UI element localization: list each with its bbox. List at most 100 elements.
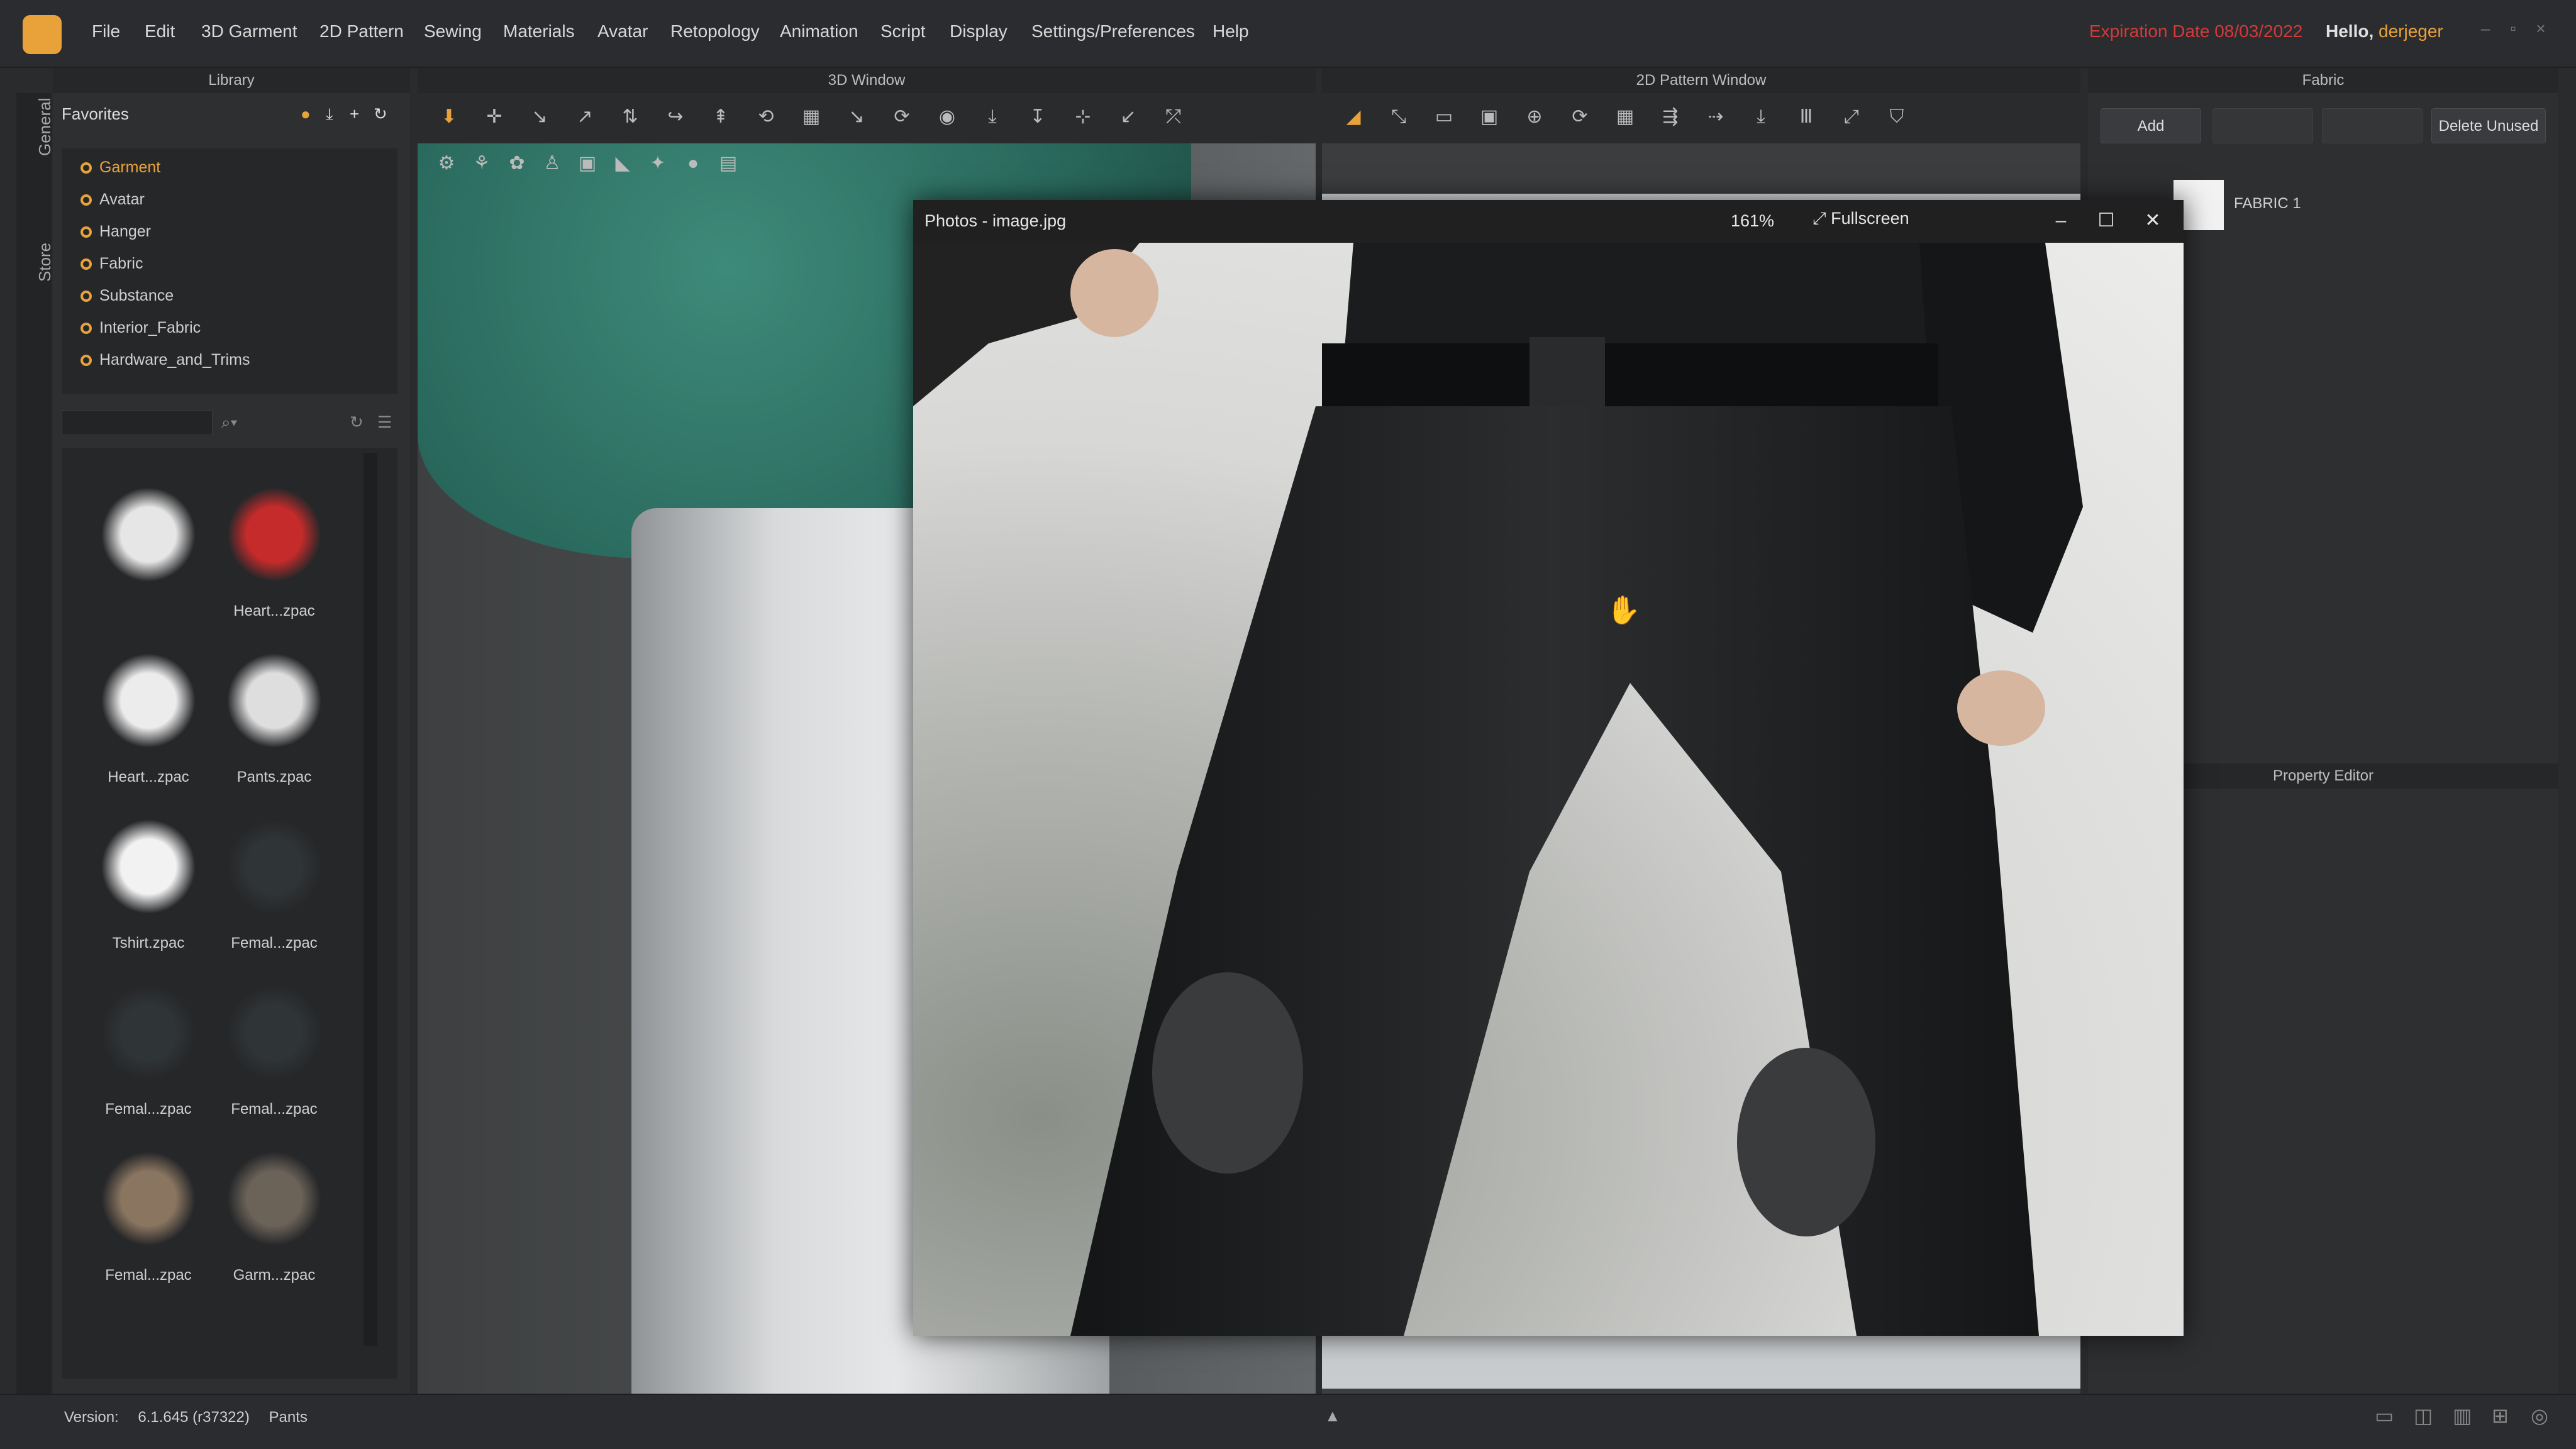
dress-icon[interactable]	[219, 977, 330, 1088]
minimize-icon[interactable]: –	[2474, 19, 2497, 42]
3d-subtool-icon[interactable]: ⚘	[469, 151, 494, 176]
expand-up-icon[interactable]: ▲	[1324, 1406, 1341, 1426]
pants-icon[interactable]	[219, 645, 330, 756]
tab-store[interactable]: Store	[35, 243, 55, 282]
restore-icon[interactable]: ▫	[2502, 19, 2524, 42]
3d-tool-icon[interactable]: ↙	[1116, 104, 1141, 130]
list-view-icon[interactable]: ☰	[377, 413, 392, 432]
3d-tool-icon[interactable]: ⇞	[708, 104, 733, 130]
download-icon[interactable]: ⤓	[326, 104, 333, 125]
menu-display[interactable]: Display	[950, 21, 1008, 42]
close-icon[interactable]: ×	[2529, 19, 2552, 42]
3d-tool-icon[interactable]: ⤓	[980, 104, 1005, 130]
add-icon[interactable]: +	[350, 104, 359, 124]
user-greeting[interactable]: Hello, derjeger	[2326, 21, 2443, 42]
2d-tool-icon[interactable]: ⛉	[1884, 104, 1909, 130]
3d-tool-icon[interactable]: ⟳	[889, 104, 914, 130]
menu-retopology[interactable]: Retopology	[670, 21, 760, 42]
favorite-item-substance[interactable]: Substance	[99, 287, 174, 305]
3d-tool-icon[interactable]: ↘	[527, 104, 552, 130]
2d-tool-icon[interactable]: ⤡	[1386, 104, 1411, 130]
favorite-item-interior-fabric[interactable]: Interior_Fabric	[99, 319, 201, 337]
fabric-name[interactable]: FABRIC 1	[2234, 195, 2301, 213]
3d-tool-icon[interactable]: ✛	[482, 104, 507, 130]
menu-3d-garment[interactable]: 3D Garment	[201, 21, 297, 42]
2d-tool-icon[interactable]: ▣	[1477, 104, 1502, 130]
2d-tool-icon[interactable]: ⇶	[1658, 104, 1683, 130]
close-icon[interactable]: ✕	[2137, 206, 2168, 235]
2d-tool-icon[interactable]: ⊕	[1522, 104, 1547, 130]
layout-quad-icon[interactable]: ⊞	[2492, 1404, 2509, 1428]
menu-sewing[interactable]: Sewing	[424, 21, 482, 42]
favorite-item-hardware-and-trims[interactable]: Hardware_and_Trims	[99, 351, 250, 369]
refresh-icon[interactable]: ↻	[350, 413, 364, 432]
3d-subtool-icon[interactable]: ▤	[716, 151, 741, 176]
fold-icon[interactable]	[93, 479, 204, 590]
2d-tool-icon[interactable]: ⟳	[1567, 104, 1592, 130]
3d-tool-icon[interactable]: ⇅	[618, 104, 643, 130]
favorite-item-hanger[interactable]: Hanger	[99, 223, 151, 241]
copy-fabric-button[interactable]	[2212, 108, 2313, 143]
refresh-icon[interactable]: ↻	[374, 104, 387, 124]
photo-image[interactable]: ✋	[913, 243, 2184, 1336]
photos-viewer-window[interactable]: Photos - image.jpg 161% ⤢ Fullscreen – ☐…	[913, 200, 2184, 1336]
3d-tool-icon[interactable]: ◉	[935, 104, 960, 130]
cap-icon[interactable]	[219, 479, 330, 590]
app-logo-icon[interactable]	[23, 15, 62, 54]
3d-subtool-icon[interactable]: ⚙	[434, 151, 459, 176]
menu-script[interactable]: Script	[880, 21, 926, 42]
add-fabric-button[interactable]: Add	[2101, 108, 2201, 143]
tab-general[interactable]: General	[35, 98, 55, 157]
screenshot-icon[interactable]: ◎	[2531, 1404, 2548, 1428]
3d-subtool-icon[interactable]: ♙	[540, 151, 565, 176]
dress-icon[interactable]	[93, 977, 204, 1088]
layout-split-icon[interactable]: ◫	[2414, 1404, 2433, 1428]
3d-subtool-icon[interactable]: ✿	[504, 151, 530, 176]
menu-help[interactable]: Help	[1213, 21, 1249, 42]
3d-tool-icon[interactable]: ⟲	[753, 104, 779, 130]
menu-edit[interactable]: Edit	[145, 21, 175, 42]
menu-animation[interactable]: Animation	[780, 21, 858, 42]
mannequin-icon[interactable]	[219, 1143, 330, 1254]
layout-single-icon[interactable]: ▭	[2375, 1404, 2394, 1428]
menu-2d-pattern[interactable]: 2D Pattern	[319, 21, 404, 42]
3d-tool-icon[interactable]: ⤱	[1161, 104, 1186, 130]
3d-subtool-icon[interactable]: ●	[680, 151, 706, 176]
menu-materials[interactable]: Materials	[503, 21, 575, 42]
3d-subtool-icon[interactable]: ✦	[645, 151, 670, 176]
search-icon[interactable]: ⌕▾	[221, 413, 237, 433]
menu-avatar[interactable]: Avatar	[597, 21, 648, 42]
2d-tool-icon[interactable]: ⤢	[1839, 104, 1864, 130]
3d-tool-icon[interactable]: ▦	[799, 104, 824, 130]
skirt-icon[interactable]	[93, 1143, 204, 1254]
favorite-dot-icon[interactable]: ●	[301, 104, 311, 124]
2d-tool-icon[interactable]: ◢	[1341, 104, 1366, 130]
library-search-input[interactable]	[62, 410, 213, 435]
apply-fabric-button[interactable]	[2322, 108, 2423, 143]
3d-tool-icon[interactable]: ↘	[844, 104, 869, 130]
library-scrollbar[interactable]	[364, 453, 377, 1346]
2d-tool-icon[interactable]: ▭	[1431, 104, 1457, 130]
delete-unused-button[interactable]: Delete Unused	[2431, 108, 2546, 143]
2d-tool-icon[interactable]: ▦	[1613, 104, 1638, 130]
favorite-item-garment[interactable]: Garment	[99, 158, 160, 177]
3d-subtool-icon[interactable]: ◣	[610, 151, 635, 176]
hat-icon[interactable]	[93, 645, 204, 756]
menu-settings-preferences[interactable]: Settings/Preferences	[1031, 21, 1195, 42]
3d-tool-icon[interactable]: ↧	[1025, 104, 1050, 130]
maximize-icon[interactable]: ☐	[2090, 206, 2122, 235]
favorite-item-fabric[interactable]: Fabric	[99, 255, 143, 273]
2d-tool-icon[interactable]: ⇢	[1703, 104, 1728, 130]
minimize-icon[interactable]: –	[2045, 206, 2077, 235]
layout-triple-icon[interactable]: ▥	[2453, 1404, 2472, 1428]
3d-tool-icon[interactable]: ⊹	[1070, 104, 1096, 130]
3d-tool-icon[interactable]: ↗	[572, 104, 597, 130]
menu-file[interactable]: File	[92, 21, 120, 42]
2d-tool-icon[interactable]: Ⅲ	[1794, 104, 1819, 130]
photos-titlebar[interactable]: Photos - image.jpg 161% ⤢ Fullscreen – ☐…	[913, 200, 2184, 243]
favorite-item-avatar[interactable]: Avatar	[99, 191, 145, 209]
3d-subtool-icon[interactable]: ▣	[575, 151, 600, 176]
2d-tool-icon[interactable]: ⤓	[1748, 104, 1774, 130]
dress-icon[interactable]	[219, 811, 330, 922]
3d-tool-icon[interactable]: ⬇	[436, 104, 462, 130]
